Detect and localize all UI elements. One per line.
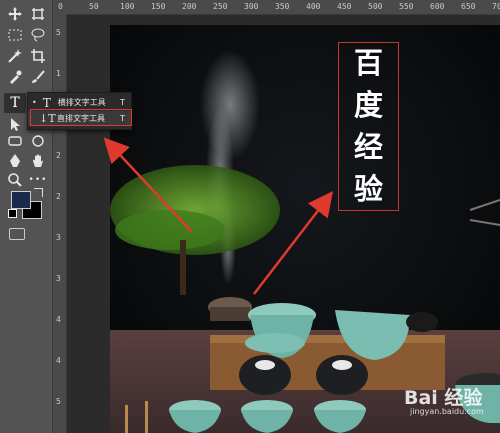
ruler-tick-label: 200 — [182, 2, 197, 11]
ruler-tick-label: 100 — [120, 2, 135, 11]
magic-wand-icon — [8, 49, 22, 63]
ruler-tick-label: 0 — [58, 2, 63, 11]
vertical-char: 百 — [353, 46, 383, 81]
tea-photo — [110, 25, 500, 433]
ruler-tick-label: 650 — [461, 2, 476, 11]
ellipse-icon — [32, 135, 44, 147]
ruler-tick-label: 450 — [337, 2, 352, 11]
move-tool[interactable] — [4, 4, 26, 24]
watermark-url: jingyan.baidu.com — [410, 407, 484, 416]
quick-mask-icon[interactable] — [9, 228, 25, 240]
ruler-tick-label: 600 — [430, 2, 445, 11]
horizontal-type-icon: T — [42, 95, 51, 110]
brush-tool[interactable] — [27, 67, 49, 87]
vertical-text-layer[interactable]: 百 度 经 验 — [338, 42, 399, 211]
ellipse-tool[interactable] — [27, 131, 49, 151]
move-icon — [8, 7, 22, 21]
more-icon: ••• — [28, 175, 48, 185]
zoom-icon — [8, 173, 22, 187]
tools-panel: T ••• — [0, 0, 53, 433]
eyedropper-tool[interactable] — [4, 67, 26, 87]
foreground-color-swatch[interactable] — [11, 191, 31, 209]
ruler-tick-label: 4 — [56, 315, 61, 324]
shape-tool[interactable] — [4, 131, 26, 151]
eyedropper-icon — [10, 70, 22, 84]
ruler-tick-label: 350 — [275, 2, 290, 11]
zoom-tool[interactable] — [4, 170, 26, 190]
ruler-tick-label: 50 — [89, 2, 99, 11]
rectangle-icon — [8, 136, 22, 146]
arrow-icon — [11, 118, 20, 131]
horizontal-type-label: 横排文字工具 — [57, 98, 106, 107]
ruler-tick-label: 700 — [492, 2, 500, 11]
hand-icon — [33, 154, 43, 167]
lasso-tool[interactable] — [27, 25, 49, 45]
ruler-tick-label: 2 — [56, 151, 61, 160]
type-icon: T — [10, 95, 20, 111]
swap-colors-icon[interactable] — [34, 188, 43, 197]
ruler-tick-label: 2 — [56, 192, 61, 201]
horizontal-type-shortcut: T — [120, 98, 125, 107]
rect-marquee-icon — [8, 29, 22, 41]
artboard-tool[interactable] — [27, 4, 49, 24]
ruler-tick-label: 150 — [151, 2, 166, 11]
baidu-watermark: Bai 经验 — [404, 387, 483, 409]
brush-icon — [32, 70, 45, 83]
ruler-tick-label: 3 — [56, 233, 61, 242]
type-tool[interactable]: T — [4, 93, 26, 113]
lasso-icon — [31, 28, 45, 42]
highlight-box — [30, 109, 132, 126]
ruler-tick-label: 3 — [56, 274, 61, 283]
ruler-tick-label: 1 — [56, 69, 61, 78]
more-tools[interactable]: ••• — [27, 170, 49, 190]
hand-tool[interactable] — [27, 151, 49, 171]
top-ruler: 0 50 100 150 200 250 300 350 400 450 500 550 600 650 7… — [52, 0, 500, 15]
document-canvas[interactable]: 百 度 经 验 — [110, 25, 500, 433]
vertical-char: 经 — [353, 129, 383, 164]
bullet-icon: • — [32, 98, 37, 107]
marquee-tool[interactable] — [4, 25, 26, 45]
ruler-tick-label: 400 — [306, 2, 321, 11]
vertical-char: 度 — [353, 88, 383, 123]
vertical-char: 验 — [353, 171, 383, 206]
ruler-tick-label: 300 — [244, 2, 259, 11]
crop-icon — [31, 49, 45, 63]
pen-tool[interactable] — [4, 151, 26, 171]
ruler-tick-label: 550 — [399, 2, 414, 11]
ruler-tick-label: 4 — [56, 356, 61, 365]
horizontal-type-tool-item[interactable]: • T 横排文字工具 T — [28, 95, 131, 110]
left-ruler: 5112233445 — [52, 14, 67, 433]
quick-select-tool[interactable] — [4, 46, 26, 66]
ruler-tick-label: 5 — [56, 397, 61, 406]
ruler-tick-label: 250 — [213, 2, 228, 11]
crop-tool[interactable] — [27, 46, 49, 66]
default-colors-icon[interactable] — [8, 209, 17, 218]
ruler-tick-label: 5 — [56, 28, 61, 37]
pen-icon — [10, 154, 20, 167]
artboard-icon — [32, 8, 44, 20]
ruler-tick-label: 500 — [368, 2, 383, 11]
